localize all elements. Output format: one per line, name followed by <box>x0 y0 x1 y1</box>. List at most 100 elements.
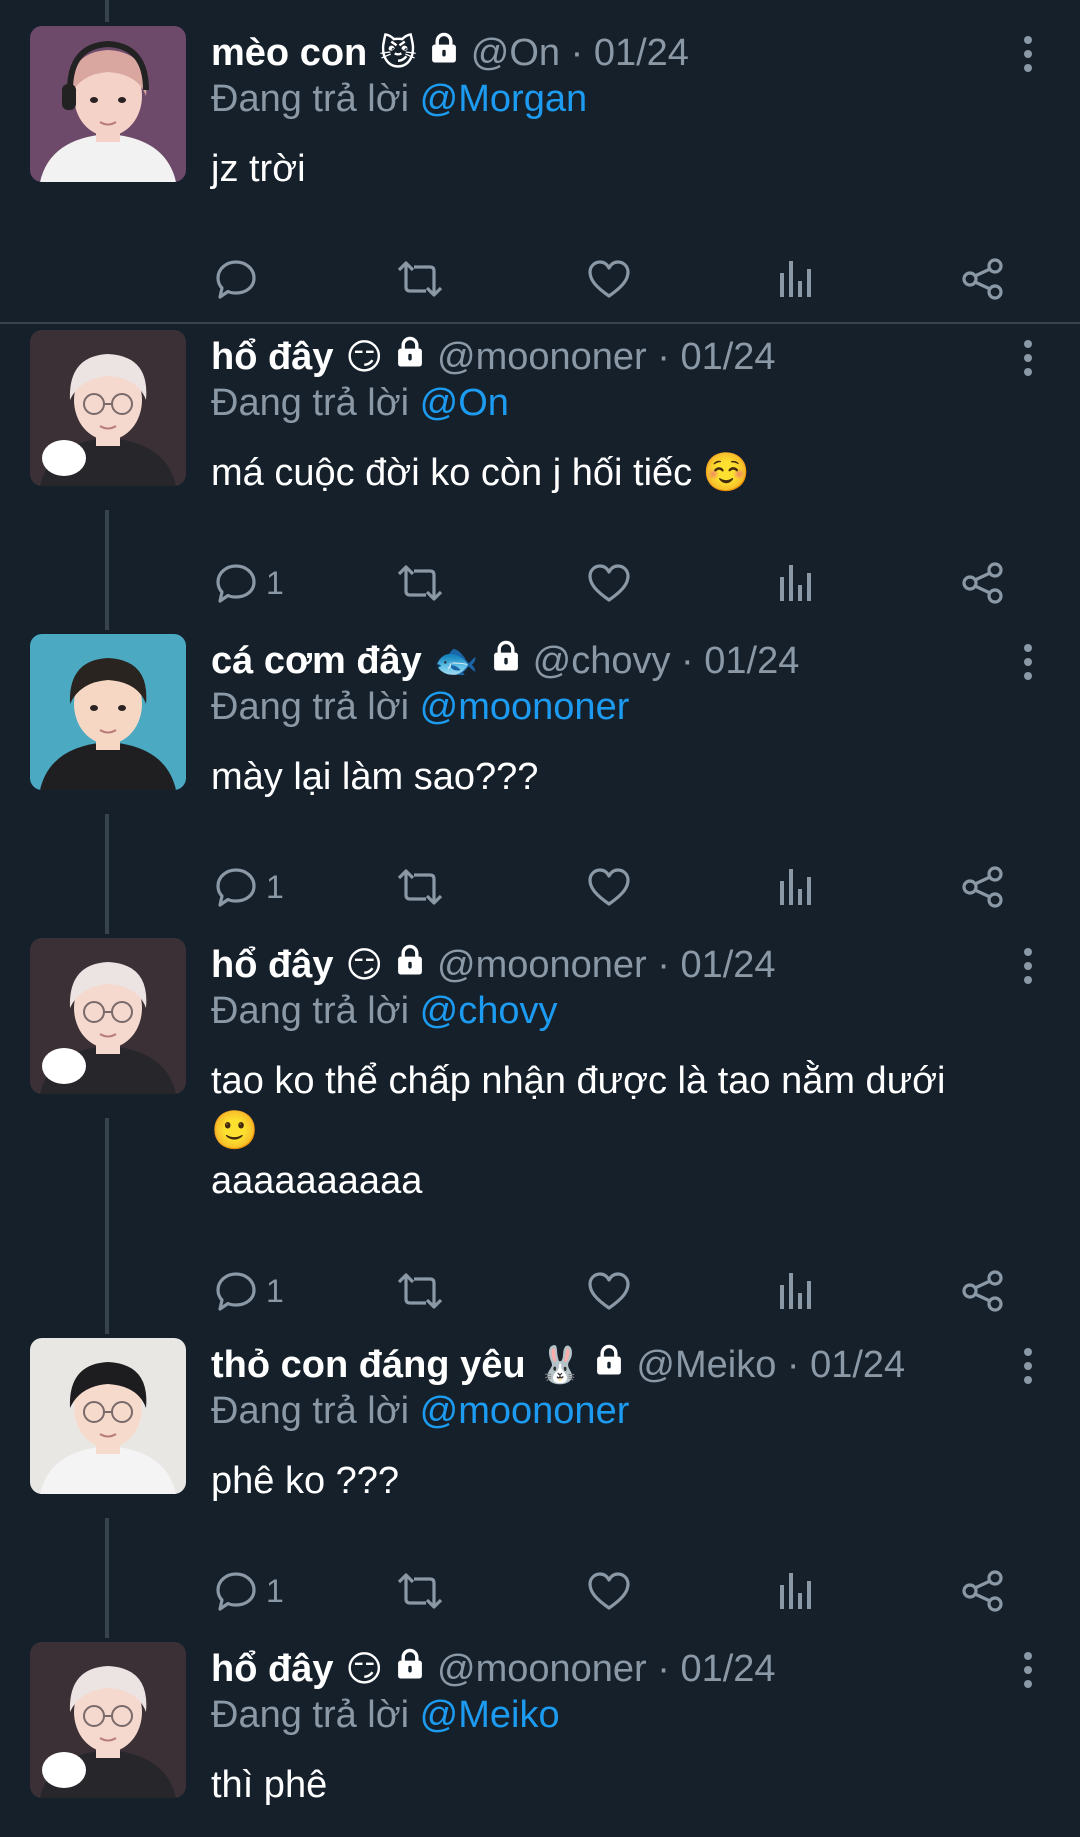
more-icon[interactable] <box>1022 1346 1034 1386</box>
replying-to-label: Đang trả lời <box>211 990 410 1032</box>
like-button[interactable] <box>586 1566 632 1616</box>
reply-button[interactable]: 1 <box>214 558 284 608</box>
reply-icon[interactable] <box>214 1269 258 1313</box>
like-icon[interactable] <box>586 866 632 908</box>
more-icon[interactable] <box>1022 642 1034 682</box>
share-icon[interactable] <box>960 1569 1006 1613</box>
views-icon[interactable] <box>776 1269 816 1313</box>
avatar[interactable] <box>30 1642 186 1798</box>
lock-icon <box>427 31 461 65</box>
reply-icon[interactable] <box>214 1569 258 1613</box>
reply-button[interactable]: 1 <box>214 1266 284 1316</box>
retweet-icon[interactable] <box>396 1569 444 1613</box>
share-button[interactable] <box>960 862 1006 912</box>
like-button[interactable] <box>586 254 632 304</box>
like-button[interactable] <box>586 1266 632 1316</box>
views-button[interactable] <box>776 1266 816 1316</box>
like-icon[interactable] <box>586 258 632 300</box>
more-options-button[interactable] <box>1022 1346 1034 1391</box>
more-options-button[interactable] <box>1022 1650 1034 1695</box>
like-icon[interactable] <box>586 562 632 604</box>
views-button[interactable] <box>776 1566 816 1616</box>
reply-count: 1 <box>266 868 284 905</box>
mention-link[interactable]: @Morgan <box>420 78 587 120</box>
more-icon[interactable] <box>1022 946 1034 986</box>
tweet-header: hổ đây 😏 @moononer · 01/24 <box>211 330 776 384</box>
views-button[interactable] <box>776 558 816 608</box>
handle-and-date[interactable]: @moononer · 01/24 <box>437 336 776 379</box>
display-name[interactable]: mèo con <box>211 32 367 75</box>
views-icon[interactable] <box>776 865 816 909</box>
reply-icon[interactable] <box>214 257 258 301</box>
handle-and-date[interactable]: @On · 01/24 <box>471 32 689 75</box>
views-button[interactable] <box>776 254 816 304</box>
views-icon[interactable] <box>776 257 816 301</box>
share-button[interactable] <box>960 1266 1006 1316</box>
reply-button[interactable] <box>214 254 266 304</box>
more-options-button[interactable] <box>1022 946 1034 991</box>
mention-link[interactable]: @moononer <box>420 1390 630 1432</box>
avatar[interactable] <box>30 26 186 182</box>
share-icon[interactable] <box>960 561 1006 605</box>
like-button[interactable] <box>586 862 632 912</box>
share-icon[interactable] <box>960 1269 1006 1313</box>
tweet-header: mèo con 😼 @On · 01/24 <box>211 26 689 80</box>
like-button[interactable] <box>586 558 632 608</box>
handle-and-date[interactable]: @chovy · 01/24 <box>533 640 800 683</box>
avatar[interactable] <box>30 1338 186 1494</box>
name-emoji: 😏 <box>345 336 383 377</box>
more-icon[interactable] <box>1022 34 1034 74</box>
retweet-button[interactable] <box>396 1566 444 1616</box>
tweet-text: má cuộc đời ko còn j hối tiếc ☺️ <box>211 452 751 494</box>
reply-button[interactable]: 1 <box>214 862 284 912</box>
share-button[interactable] <box>960 558 1006 608</box>
more-options-button[interactable] <box>1022 338 1034 383</box>
tweet-actions: 1 <box>0 558 1080 608</box>
display-name[interactable]: hổ đây <box>211 336 333 379</box>
like-icon[interactable] <box>586 1570 632 1612</box>
views-button[interactable] <box>776 862 816 912</box>
share-icon[interactable] <box>960 257 1006 301</box>
like-icon[interactable] <box>586 1270 632 1312</box>
retweet-icon[interactable] <box>396 865 444 909</box>
replying-to-label: Đang trả lời <box>211 686 410 728</box>
retweet-icon[interactable] <box>396 257 444 301</box>
mention-link[interactable]: @On <box>420 382 509 424</box>
avatar[interactable] <box>30 634 186 790</box>
more-icon[interactable] <box>1022 1650 1034 1690</box>
display-name[interactable]: hổ đây <box>211 944 333 987</box>
retweet-button[interactable] <box>396 1266 444 1316</box>
handle-and-date[interactable]: @moononer · 01/24 <box>437 1648 776 1691</box>
more-icon[interactable] <box>1022 338 1034 378</box>
views-icon[interactable] <box>776 1569 816 1613</box>
reply-icon[interactable] <box>214 865 258 909</box>
avatar[interactable] <box>30 938 186 1094</box>
retweet-button[interactable] <box>396 558 444 608</box>
mention-link[interactable]: @moononer <box>420 686 630 728</box>
retweet-button[interactable] <box>396 254 444 304</box>
reply-icon[interactable] <box>214 561 258 605</box>
tweet-header: hổ đây 😏 @moononer · 01/24 <box>211 938 776 992</box>
reply-button[interactable]: 1 <box>214 1566 284 1616</box>
avatar[interactable] <box>30 330 186 486</box>
tweet-header: cá cơm đây 🐟 @chovy · 01/24 <box>211 634 799 688</box>
display-name[interactable]: thỏ con đáng yêu <box>211 1344 526 1387</box>
retweet-icon[interactable] <box>396 1269 444 1313</box>
tweet-actions <box>0 254 1080 304</box>
reply-count: 1 <box>266 564 284 601</box>
handle-and-date[interactable]: @Meiko · 01/24 <box>636 1344 905 1387</box>
mention-link[interactable]: @chovy <box>420 990 558 1032</box>
share-icon[interactable] <box>960 865 1006 909</box>
more-options-button[interactable] <box>1022 34 1034 79</box>
views-icon[interactable] <box>776 561 816 605</box>
mention-link[interactable]: @Meiko <box>420 1694 560 1736</box>
replying-to: Đang trả lời @chovy <box>211 990 558 1033</box>
retweet-button[interactable] <box>396 862 444 912</box>
display-name[interactable]: cá cơm đây <box>211 640 422 683</box>
display-name[interactable]: hổ đây <box>211 1648 333 1691</box>
retweet-icon[interactable] <box>396 561 444 605</box>
handle-and-date[interactable]: @moononer · 01/24 <box>437 944 776 987</box>
more-options-button[interactable] <box>1022 642 1034 687</box>
share-button[interactable] <box>960 254 1006 304</box>
share-button[interactable] <box>960 1566 1006 1616</box>
